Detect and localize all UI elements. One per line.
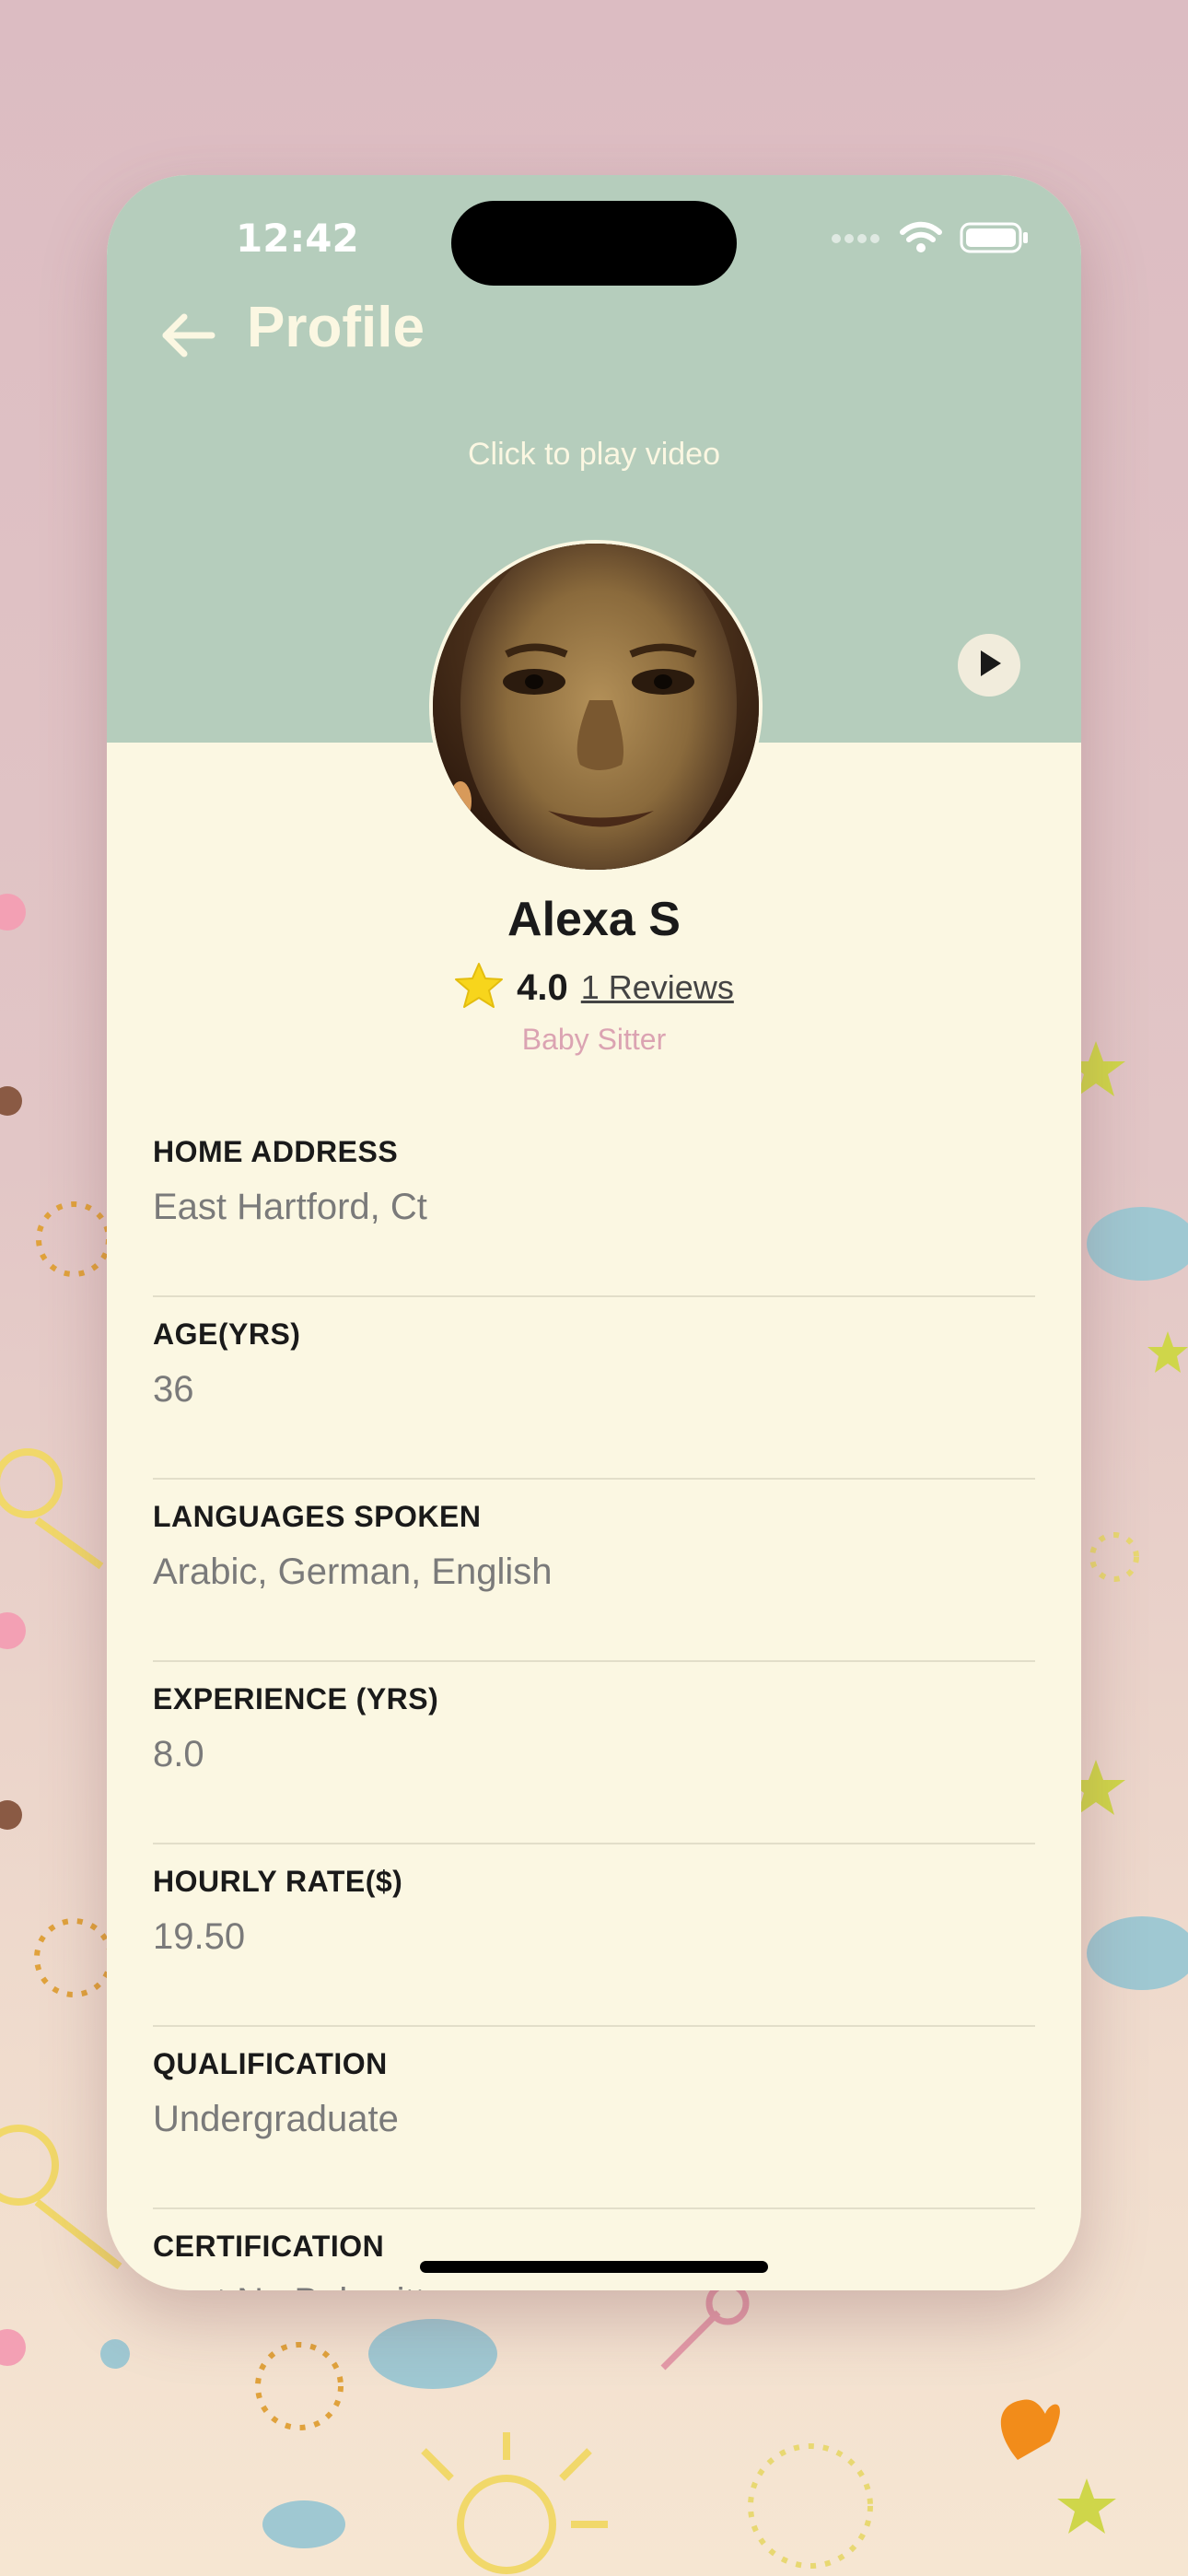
play-video-button[interactable] <box>958 634 1020 697</box>
field-label: HOME ADDRESS <box>153 1135 399 1168</box>
profile-details-list: HOME ADDRESS East Hartford, Ct AGE(YRS) … <box>153 1115 1035 2290</box>
back-arrow-icon <box>160 311 215 363</box>
dynamic-island <box>451 201 737 286</box>
field-experience: EXPERIENCE (YRS) 8.0 <box>153 1662 1035 1844</box>
field-home-address: HOME ADDRESS East Hartford, Ct <box>153 1115 1035 1297</box>
reviews-link[interactable]: 1 Reviews <box>581 968 734 1007</box>
back-button[interactable] <box>151 300 225 374</box>
wifi-icon <box>899 221 943 258</box>
phone-screen: 12:42 Profile Click to play video Alexa … <box>107 175 1081 2290</box>
star-icon <box>454 962 504 1013</box>
field-certification: CERTIFICATION Best Nu Babysitter <box>153 2209 1035 2290</box>
profile-role: Baby Sitter <box>521 1023 667 1056</box>
play-icon <box>975 648 1003 683</box>
field-value: 19.50 <box>153 1916 246 1957</box>
field-label: LANGUAGES SPOKEN <box>153 1500 482 1533</box>
field-label: HOURLY RATE($) <box>153 1865 403 1898</box>
field-label: QUALIFICATION <box>153 2047 388 2080</box>
field-hourly-rate: HOURLY RATE($) 19.50 <box>153 1844 1035 2027</box>
home-indicator[interactable] <box>420 2261 768 2273</box>
status-bar-icons <box>831 221 1030 258</box>
field-age: AGE(YRS) 36 <box>153 1297 1035 1480</box>
field-value: 36 <box>153 1369 194 1410</box>
rating-value: 4.0 <box>517 966 568 1008</box>
signal-icon <box>831 231 882 249</box>
field-languages: LANGUAGES SPOKEN Arabic, German, English <box>153 1480 1035 1662</box>
field-value: Arabic, German, English <box>153 1551 553 1592</box>
avatar-portrait <box>433 544 759 870</box>
page-title: Profile <box>247 296 425 359</box>
video-hint-text[interactable]: Click to play video <box>107 437 1081 473</box>
status-bar-time: 12:42 <box>236 216 359 261</box>
rating-row: 4.0 1 Reviews <box>107 962 1081 1013</box>
battery-icon <box>960 221 1030 258</box>
field-qualification: QUALIFICATION Undergraduate <box>153 2027 1035 2209</box>
field-value: Undergraduate <box>153 2099 399 2139</box>
field-value: 8.0 <box>153 1734 204 1774</box>
profile-name: Alexa S <box>507 893 681 946</box>
field-value: Best Nu Babysitter <box>153 2281 458 2290</box>
field-label: CERTIFICATION <box>153 2230 385 2263</box>
field-label: EXPERIENCE (YRS) <box>153 1682 439 1715</box>
avatar[interactable] <box>429 540 763 873</box>
field-value: East Hartford, Ct <box>153 1187 427 1227</box>
field-label: AGE(YRS) <box>153 1317 301 1351</box>
